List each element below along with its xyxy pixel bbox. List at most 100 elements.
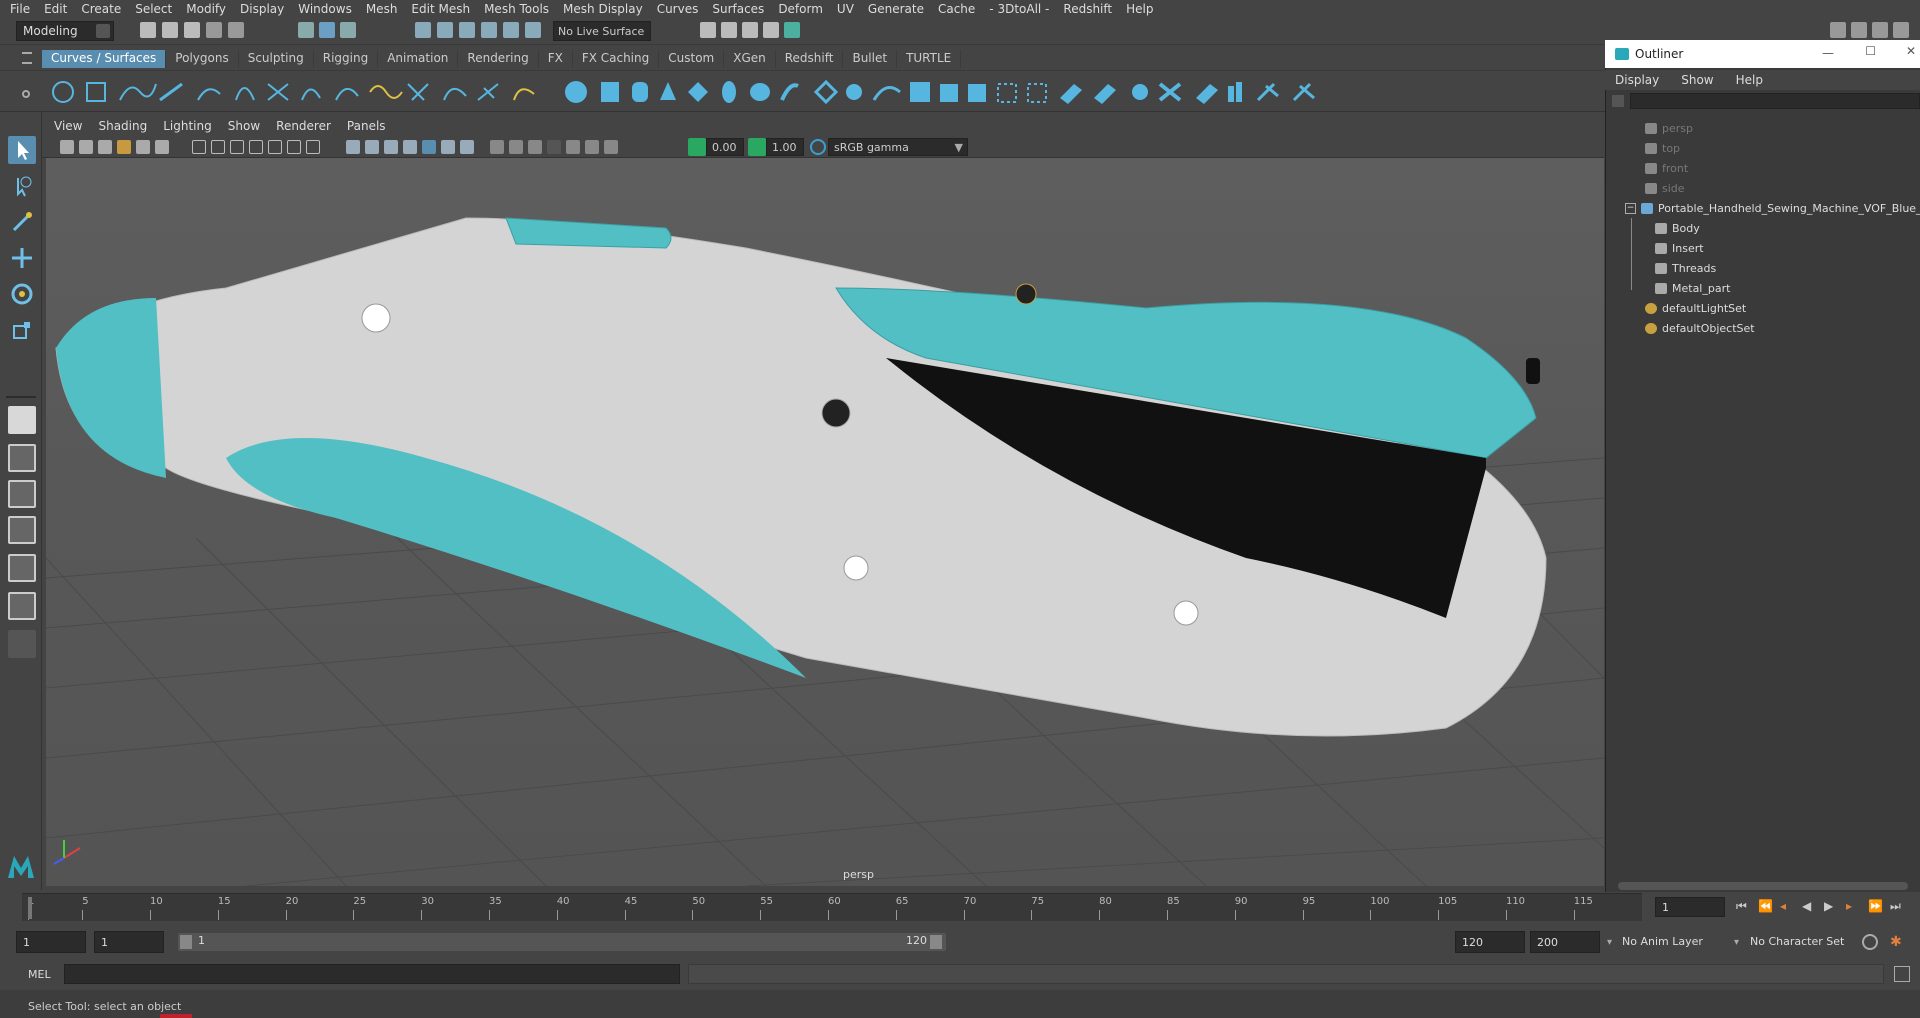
- snap-view-icon[interactable]: [481, 22, 497, 38]
- anim-layer-chevron-icon[interactable]: ▾: [1607, 937, 1612, 948]
- nurbs-torus-icon[interactable]: [722, 81, 736, 103]
- script-editor-icon[interactable]: [1894, 966, 1910, 982]
- extrude-icon[interactable]: [846, 84, 862, 100]
- boundary-icon[interactable]: [910, 82, 930, 102]
- camera-attributes-icon[interactable]: [79, 140, 93, 154]
- viewport-menu-view[interactable]: View: [54, 119, 82, 133]
- minimize-icon[interactable]: —: [1822, 46, 1834, 60]
- outliner-scrollbar[interactable]: [1618, 882, 1908, 890]
- layout-icon-4[interactable]: [1893, 22, 1909, 38]
- grid-icon[interactable]: [192, 140, 206, 154]
- pencil-curve-icon[interactable]: [159, 82, 183, 102]
- offset-curve-icon[interactable]: [407, 83, 429, 101]
- isolate-select-icon[interactable]: [566, 140, 580, 154]
- color-space-dropdown[interactable]: sRGB gamma ▼: [828, 138, 968, 156]
- nurbs-cube-icon[interactable]: [601, 82, 619, 102]
- outliner-item-body[interactable]: Body: [1655, 218, 1700, 238]
- outliner-item-top[interactable]: top: [1645, 138, 1680, 158]
- birail-icon[interactable]: [872, 86, 901, 101]
- time-slider[interactable]: 1510152025303540455055606570758085909510…: [22, 893, 1642, 921]
- nurbs-square-icon[interactable]: [86, 82, 106, 102]
- undo-icon[interactable]: [206, 22, 222, 38]
- new-scene-icon[interactable]: [140, 22, 156, 38]
- bookmark-icon[interactable]: [98, 140, 112, 154]
- scale-tool-icon[interactable]: [8, 316, 36, 344]
- step-back-frame-icon[interactable]: ◂: [1780, 899, 1794, 913]
- shelf-tab-polygons[interactable]: Polygons: [166, 50, 239, 68]
- snap-surface-icon[interactable]: [503, 22, 519, 38]
- shelf-tab-sculpting[interactable]: Sculpting: [239, 50, 314, 68]
- viewport-menu-renderer[interactable]: Renderer: [276, 119, 331, 133]
- grease-pencil-icon[interactable]: [155, 140, 169, 154]
- select-hierarchy-icon[interactable]: [298, 22, 314, 38]
- shelf-tab-turtle[interactable]: TURTLE: [897, 50, 962, 68]
- detach-curves-icon[interactable]: [335, 88, 359, 101]
- use-all-lights-icon[interactable]: [422, 140, 436, 154]
- menu-edit[interactable]: Edit: [44, 2, 67, 16]
- bezier-curve-icon[interactable]: [235, 87, 255, 101]
- step-forward-key-icon[interactable]: ⏩: [1868, 899, 1883, 913]
- motion-blur-icon[interactable]: [490, 140, 504, 154]
- resolution-gate-icon[interactable]: [230, 140, 244, 154]
- animation-prefs-icon[interactable]: ✱: [1890, 934, 1906, 950]
- paint-select-icon[interactable]: [8, 208, 36, 236]
- ipr-render-icon[interactable]: [742, 22, 758, 38]
- scene-end-field[interactable]: 200: [1530, 931, 1600, 953]
- viewport-menu-lighting[interactable]: Lighting: [163, 119, 212, 133]
- trim-tool-icon[interactable]: [1027, 83, 1047, 103]
- snap-curve-icon[interactable]: [437, 22, 453, 38]
- rotate-tool-icon[interactable]: [8, 280, 36, 308]
- select-tool-icon[interactable]: [8, 136, 36, 164]
- character-set-dropdown[interactable]: No Character Set: [1750, 935, 1844, 948]
- gamma-icon[interactable]: [748, 138, 766, 156]
- four-view-layout-icon[interactable]: [8, 444, 36, 472]
- magnet-icon[interactable]: [525, 22, 541, 38]
- curve-intersect-icon[interactable]: [267, 83, 289, 101]
- untrim-icon[interactable]: [1060, 84, 1082, 104]
- uv-editor-layout-icon[interactable]: [8, 592, 36, 620]
- shelf-tab-fx-caching[interactable]: FX Caching: [573, 50, 660, 68]
- command-language-label[interactable]: MEL: [28, 968, 51, 981]
- project-curve-icon[interactable]: [997, 83, 1017, 103]
- menu-redshift[interactable]: Redshift: [1063, 2, 1112, 16]
- auto-key-icon[interactable]: [1862, 934, 1878, 950]
- outliner-item-defaultobjectset[interactable]: defaultObjectSet: [1645, 318, 1755, 338]
- mode-selector[interactable]: Modeling: [16, 21, 114, 41]
- extend-surface-icon[interactable]: [1228, 86, 1234, 102]
- render-frame-icon[interactable]: [721, 22, 737, 38]
- loft-icon[interactable]: [780, 83, 799, 101]
- persp-graph-layout-icon[interactable]: [8, 516, 36, 544]
- revolve-icon[interactable]: [750, 83, 770, 101]
- viewport-menu-shading[interactable]: Shading: [98, 119, 147, 133]
- playback-start-field[interactable]: 1: [94, 931, 164, 953]
- nurbs-cylinder-icon[interactable]: [632, 82, 648, 102]
- reverse-curve-icon[interactable]: [513, 88, 535, 101]
- shelf-menu-icon[interactable]: [22, 52, 32, 64]
- menu-help[interactable]: Help: [1126, 2, 1153, 16]
- outliner-item-persp[interactable]: persp: [1645, 118, 1693, 138]
- outliner-item-insert[interactable]: Insert: [1655, 238, 1704, 258]
- shelf-tab-rigging[interactable]: Rigging: [314, 50, 379, 68]
- go-to-end-icon[interactable]: ⏭: [1890, 899, 1904, 913]
- screen-space-ao-icon[interactable]: [460, 140, 474, 154]
- menu-mesh[interactable]: Mesh: [366, 2, 398, 16]
- outliner-item-side[interactable]: side: [1645, 178, 1685, 198]
- outliner-menu-show[interactable]: Show: [1681, 73, 1713, 87]
- gate-mask-icon[interactable]: [249, 140, 263, 154]
- sewing-machine-model[interactable]: [55, 217, 1547, 737]
- film-gate-icon[interactable]: [211, 140, 225, 154]
- shelf-tab-rendering[interactable]: Rendering: [458, 50, 539, 68]
- insert-knot-icon[interactable]: [477, 83, 499, 101]
- move-tool-icon[interactable]: [8, 244, 36, 272]
- depth-of-field-icon[interactable]: [528, 140, 542, 154]
- scene-start-field[interactable]: 1: [16, 931, 86, 953]
- layout-icon-3[interactable]: [1872, 22, 1888, 38]
- textured-icon[interactable]: [403, 140, 417, 154]
- gamma-field[interactable]: 1.00: [766, 138, 804, 156]
- safe-title-icon[interactable]: [306, 140, 320, 154]
- live-surface-field[interactable]: No Live Surface: [553, 21, 651, 41]
- menu-3dtoall[interactable]: - 3DtoAll -: [989, 2, 1049, 16]
- menu-surfaces[interactable]: Surfaces: [712, 2, 764, 16]
- open-scene-icon[interactable]: [162, 22, 178, 38]
- layout-icon[interactable]: [1830, 22, 1846, 38]
